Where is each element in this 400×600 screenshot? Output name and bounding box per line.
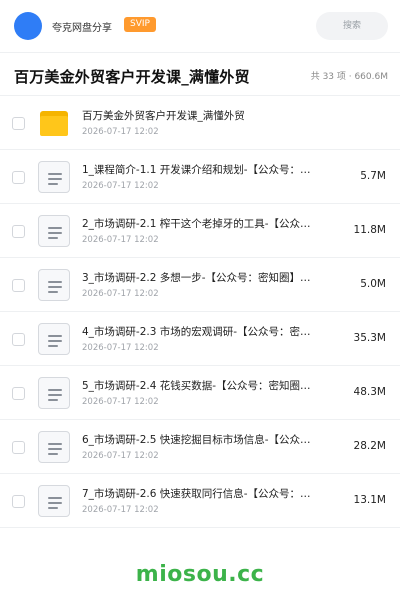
top-bar: 夸克网盘分享 SVIP 搜索 [0,0,400,52]
file-size: 28.2M [353,440,386,452]
file-date: 2026-07-17 12:02 [82,127,159,137]
row-checkbox[interactable] [12,387,25,400]
row-checkbox[interactable] [12,171,25,184]
file-row[interactable]: 7_市场调研-2.6 快速获取同行信息-【公众号：… 2026-07-17 12:… [0,474,400,528]
file-date: 2026-07-17 12:02 [82,343,159,353]
file-name[interactable]: 7_市场调研-2.6 快速获取同行信息-【公众号：… [82,486,318,501]
file-name[interactable]: 百万美金外贸客户开发课_满懂外贸 [82,108,318,123]
document-icon [38,161,70,193]
file-row[interactable]: 5_市场调研-2.4 花钱买数据-【公众号：密知圈… 2026-07-17 12:… [0,366,400,420]
file-size: 5.7M [360,170,386,182]
row-checkbox[interactable] [12,117,25,130]
row-checkbox[interactable] [12,441,25,454]
file-row[interactable]: 1_课程简介-1.1 开发课介绍和规划-【公众号：… 2026-07-17 12:… [0,150,400,204]
file-date: 2026-07-17 12:02 [82,451,159,461]
document-icon [38,485,70,517]
file-date: 2026-07-17 12:02 [82,289,159,299]
file-date: 2026-07-17 12:02 [82,505,159,515]
page-title: 百万美金外贸客户开发课_满懂外贸 [14,68,250,86]
document-icon [38,215,70,247]
file-name[interactable]: 5_市场调研-2.4 花钱买数据-【公众号：密知圈… [82,378,318,393]
file-size: 48.3M [353,386,386,398]
file-row[interactable]: 4_市场调研-2.3 市场的宏观调研-【公众号：密… 2026-07-17 12:… [0,312,400,366]
file-row[interactable]: 2_市场调研-2.1 榨干这个老掉牙的工具-【公众… 2026-07-17 12:… [0,204,400,258]
row-checkbox[interactable] [12,333,25,346]
file-size: 35.3M [353,332,386,344]
app-name: 夸克网盘分享 [52,23,112,34]
file-row[interactable]: 6_市场调研-2.5 快速挖掘目标市场信息-【公众… 2026-07-17 12:… [0,420,400,474]
file-size: 11.8M [353,224,386,236]
file-size: 13.1M [353,494,386,506]
watermark: miosou.cc [135,562,265,587]
file-date: 2026-07-17 12:02 [82,397,159,407]
document-icon [38,269,70,301]
row-checkbox[interactable] [12,279,25,292]
svip-badge: SVIP [124,17,156,32]
folder-header: 百万美金外贸客户开发课_满懂外贸 共 33 项 · 660.6M [0,52,400,96]
file-row[interactable]: 百万美金外贸客户开发课_满懂外贸 2026-07-17 12:02 [0,96,400,150]
file-row[interactable]: 3_市场调研-2.2 多想一步-【公众号：密知圈】… 2026-07-17 12:… [0,258,400,312]
file-name[interactable]: 2_市场调研-2.1 榨干这个老掉牙的工具-【公众… [82,216,318,231]
row-checkbox[interactable] [12,225,25,238]
file-size: 5.0M [360,278,386,290]
document-icon [38,431,70,463]
file-name[interactable]: 3_市场调研-2.2 多想一步-【公众号：密知圈】… [82,270,318,285]
file-date: 2026-07-17 12:02 [82,235,159,245]
file-date: 2026-07-17 12:02 [82,181,159,191]
file-name[interactable]: 1_课程简介-1.1 开发课介绍和规划-【公众号：… [82,162,318,177]
search-input[interactable]: 搜索 [316,12,388,40]
file-name[interactable]: 4_市场调研-2.3 市场的宏观调研-【公众号：密… [82,324,318,339]
document-icon [38,377,70,409]
avatar[interactable] [14,12,42,40]
row-checkbox[interactable] [12,495,25,508]
file-name[interactable]: 6_市场调研-2.5 快速挖掘目标市场信息-【公众… [82,432,318,447]
folder-summary: 共 33 项 · 660.6M [310,72,388,82]
file-list: 百万美金外贸客户开发课_满懂外贸 2026-07-17 12:02 1_课程简介-1… [0,96,400,528]
folder-icon [38,107,70,139]
document-icon [38,323,70,355]
